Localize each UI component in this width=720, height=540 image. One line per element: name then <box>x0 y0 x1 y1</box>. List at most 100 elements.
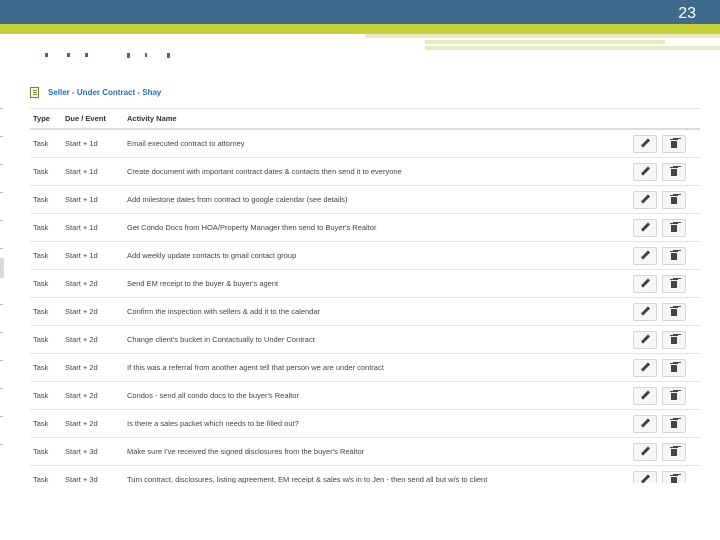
row-activity-name: Get Condo Docs from HOA/Property Manager… <box>127 223 377 232</box>
pencil-icon <box>641 447 650 456</box>
table-row: Task Start + 1d Add milestone dates from c… <box>30 186 700 214</box>
row-type: Task <box>33 363 49 372</box>
pencil-icon <box>641 167 650 176</box>
trash-icon <box>670 475 678 483</box>
pencil-icon <box>641 307 650 316</box>
edit-button[interactable] <box>633 218 657 237</box>
trash-icon <box>670 307 678 316</box>
row-actions <box>633 190 686 209</box>
row-actions <box>633 274 686 293</box>
row-actions <box>633 134 686 153</box>
row-activity-name: Condos - send all condo docs to the buye… <box>127 391 299 400</box>
row-due-event: Start + 1d <box>65 195 98 204</box>
delete-button[interactable] <box>662 162 686 181</box>
edit-button[interactable] <box>633 190 657 209</box>
activity-table: Type Due / Event Activity Name Task Start… <box>30 108 700 483</box>
row-actions <box>633 414 686 433</box>
row-type: Task <box>33 279 49 288</box>
row-activity-name: Send EM receipt to the buyer & buyer's a… <box>127 279 279 288</box>
header-activity-name[interactable]: Activity Name <box>123 114 633 123</box>
row-due-event: Start + 1d <box>65 251 98 260</box>
table-row: Task Start + 2d Change client's bucket in … <box>30 326 700 354</box>
pencil-icon <box>641 363 650 372</box>
edit-button[interactable] <box>633 246 657 265</box>
row-activity-name: Turn contract, disclosures, listing agre… <box>127 475 488 483</box>
delete-button[interactable] <box>662 302 686 321</box>
edit-button[interactable] <box>633 330 657 349</box>
table-row: Task Start + 3d Make sure I've received th… <box>30 438 700 466</box>
left-edge-ticks <box>0 78 4 483</box>
document-icon <box>30 86 39 98</box>
delete-button[interactable] <box>662 190 686 209</box>
trash-icon <box>670 279 678 288</box>
delete-button[interactable] <box>662 274 686 293</box>
row-due-event: Start + 2d <box>65 279 98 288</box>
edit-button[interactable] <box>633 162 657 181</box>
delete-button[interactable] <box>662 330 686 349</box>
row-actions <box>633 218 686 237</box>
pencil-icon <box>641 223 650 232</box>
delete-button[interactable] <box>662 414 686 433</box>
delete-button[interactable] <box>662 442 686 461</box>
pencil-icon <box>641 335 650 344</box>
row-type: Task <box>33 447 49 456</box>
pencil-icon <box>641 391 650 400</box>
edit-button[interactable] <box>633 134 657 153</box>
row-type: Task <box>33 475 49 483</box>
trash-icon <box>670 419 678 428</box>
slide-title-fragment <box>45 53 175 59</box>
row-actions <box>633 330 686 349</box>
table-header: Type Due / Event Activity Name <box>30 108 700 130</box>
plan-header: Seller - Under Contract - Shay <box>30 82 161 102</box>
pencil-icon <box>641 139 650 148</box>
trash-icon <box>670 139 678 148</box>
edit-button[interactable] <box>633 442 657 461</box>
table-row: Task Start + 2d Is there a sales packet wh… <box>30 410 700 438</box>
delete-button[interactable] <box>662 134 686 153</box>
table-row: Task Start + 1d Create document with impor… <box>30 158 700 186</box>
row-activity-name: Change client's bucket in Contactually t… <box>127 335 315 344</box>
trash-icon <box>670 363 678 372</box>
plan-title-link[interactable]: Seller - Under Contract - Shay <box>48 88 161 97</box>
table-row: Task Start + 3d Turn contract, disclosures… <box>30 466 700 483</box>
edit-button[interactable] <box>633 386 657 405</box>
row-type: Task <box>33 391 49 400</box>
table-row: Task Start + 1d Add weekly update contacts… <box>30 242 700 270</box>
delete-button[interactable] <box>662 386 686 405</box>
row-activity-name: Create document with important contract … <box>127 167 402 176</box>
edit-button[interactable] <box>633 274 657 293</box>
header-type[interactable]: Type <box>30 114 61 123</box>
decorative-line <box>425 40 665 44</box>
table-row: Task Start + 2d If this was a referral fro… <box>30 354 700 382</box>
row-activity-name: Is there a sales packet which needs to b… <box>127 419 299 428</box>
edit-button[interactable] <box>633 358 657 377</box>
edit-button[interactable] <box>633 470 657 483</box>
edit-button[interactable] <box>633 302 657 321</box>
row-activity-name: Add weekly update contacts to gmail cont… <box>127 251 297 260</box>
row-due-event: Start + 2d <box>65 363 98 372</box>
delete-button[interactable] <box>662 218 686 237</box>
decorative-line <box>425 46 720 50</box>
header-due-event[interactable]: Due / Event <box>61 114 123 123</box>
row-due-event: Start + 2d <box>65 391 98 400</box>
row-type: Task <box>33 251 49 260</box>
row-actions <box>633 358 686 377</box>
row-actions <box>633 386 686 405</box>
delete-button[interactable] <box>662 358 686 377</box>
pencil-icon <box>641 419 650 428</box>
trash-icon <box>670 251 678 260</box>
pencil-icon <box>641 251 650 260</box>
table-row: Task Start + 1d Email executed contract to… <box>30 130 700 158</box>
row-due-event: Start + 2d <box>65 419 98 428</box>
table-row: Task Start + 2d Condos - send all condo do… <box>30 382 700 410</box>
decorative-line <box>365 34 720 38</box>
row-actions <box>633 442 686 461</box>
trash-icon <box>670 223 678 232</box>
delete-button[interactable] <box>662 246 686 265</box>
trash-icon <box>670 167 678 176</box>
row-type: Task <box>33 223 49 232</box>
edit-button[interactable] <box>633 414 657 433</box>
delete-button[interactable] <box>662 470 686 483</box>
row-type: Task <box>33 307 49 316</box>
row-activity-name: Add milestone dates from contract to goo… <box>127 195 348 204</box>
